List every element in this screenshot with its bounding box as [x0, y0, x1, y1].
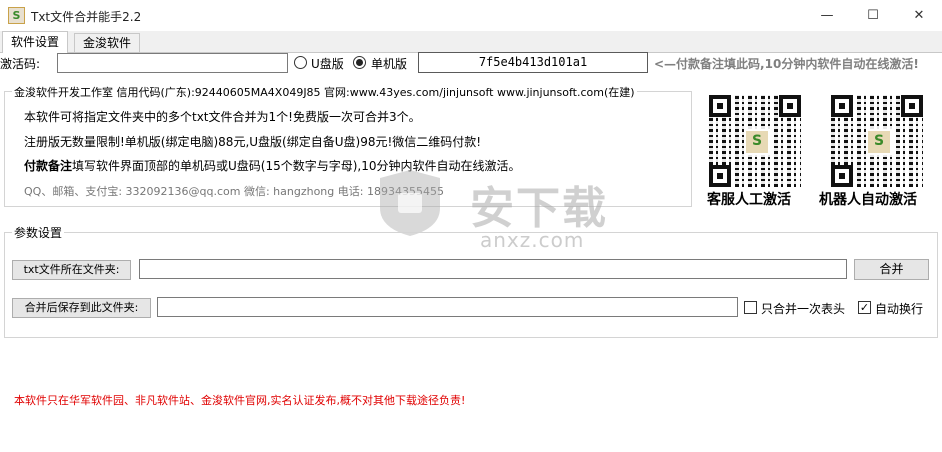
maximize-button[interactable]: ☐	[850, 0, 896, 31]
info-heading: 金浚软件开发工作室 信用代码(广东):92440605MA4X049J85 官网…	[12, 84, 637, 100]
usb-version-label: U盘版	[311, 57, 344, 71]
source-folder-button[interactable]: txt文件所在文件夹:	[12, 260, 131, 280]
standalone-version-radio[interactable]	[353, 56, 366, 69]
header-once-checkbox[interactable]	[744, 301, 757, 314]
tab-software-settings[interactable]: 软件设置	[2, 31, 69, 53]
activation-code-label: 激活码:	[0, 57, 41, 71]
title-bar	[0, 0, 942, 31]
header-once-label: 只合并一次表头	[761, 302, 846, 316]
qr-caption-manual: 客服人工激活	[707, 192, 791, 208]
activation-hint: <—付款备注填此码,10分钟内软件自动在线激活!	[654, 57, 919, 71]
usb-version-radio[interactable]	[294, 56, 307, 69]
qr-caption-auto: 机器人自动激活	[819, 192, 917, 208]
activation-code-input[interactable]	[57, 53, 288, 73]
app-icon: S	[8, 7, 25, 24]
target-folder-input[interactable]	[157, 297, 738, 317]
auto-wrap-checkbox[interactable]: ✓	[858, 301, 871, 314]
merge-button[interactable]: 合并	[854, 259, 929, 280]
machine-code-field[interactable]: 7f5e4b413d101a1	[418, 52, 648, 73]
minimize-button[interactable]: —	[804, 0, 850, 31]
source-folder-input[interactable]	[139, 259, 847, 279]
info-line-1: 本软件可将指定文件夹中的多个txt文件合并为1个!免费版一次可合并3个。	[24, 110, 421, 124]
close-button[interactable]: ✕	[896, 0, 942, 31]
watermark-text: 安下载	[470, 183, 608, 234]
info-line-3-bold: 付款备注	[24, 159, 73, 173]
info-line-2: 注册版无数量限制!单机版(绑定电脑)88元,U盘版(绑定自备U盘)98元!微信二…	[24, 135, 482, 149]
tab-jinjun-software[interactable]: 金浚软件	[74, 33, 141, 52]
params-group	[4, 232, 938, 338]
shield-watermark-icon	[380, 170, 440, 236]
window-title: Txt文件合并能手2.2	[31, 10, 142, 24]
qr-code-icon: S	[831, 95, 923, 187]
target-folder-button[interactable]: 合并后保存到此文件夹:	[12, 298, 151, 318]
params-group-title: 参数设置	[12, 224, 65, 241]
standalone-version-label: 单机版	[371, 57, 408, 71]
auto-wrap-label: 自动换行	[875, 302, 924, 316]
distribution-notice: 本软件只在华军软件园、非凡软件站、金浚软件官网,实名认证发布,概不对其他下载途径…	[14, 394, 466, 407]
qr-code-icon: S	[709, 95, 801, 187]
